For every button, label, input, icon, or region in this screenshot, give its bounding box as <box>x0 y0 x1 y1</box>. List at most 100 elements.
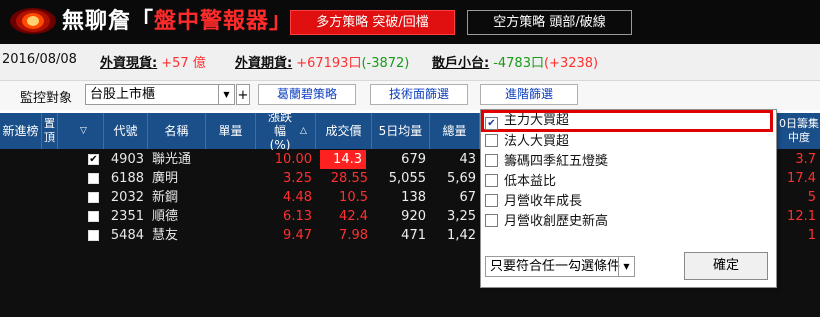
pin-checkbox[interactable]: ✔ <box>88 154 99 165</box>
avg5-volume: 5,055 <box>388 171 426 186</box>
confirm-button[interactable]: 確定 <box>684 252 768 280</box>
change-pct: 9.47 <box>283 228 312 243</box>
avg5-volume: 471 <box>401 228 426 243</box>
add-market-button[interactable]: + <box>236 84 250 105</box>
date-label: 2016/08/08 <box>2 52 77 67</box>
tab-granville-strategy[interactable]: 葛蘭碧策略 <box>258 84 356 105</box>
col-pin-sort[interactable]: ▽ <box>58 113 104 149</box>
alarm-light-icon <box>10 8 56 34</box>
avg5-volume: 138 <box>401 190 426 205</box>
stock-code: 5484 <box>110 228 144 243</box>
checkbox[interactable] <box>485 154 498 167</box>
col-new-entry[interactable]: 新進榜 <box>0 113 42 149</box>
option-label: 主力大買超 <box>504 113 570 128</box>
stock-name: 順德 <box>152 209 179 224</box>
app-title-prefix: 無聊詹「 <box>62 9 155 34</box>
pin-checkbox[interactable] <box>88 173 99 184</box>
col-pin[interactable]: 置頂 <box>42 113 58 149</box>
pin-checkbox[interactable] <box>88 211 99 222</box>
control-bar: 監控對象 台股上市櫃 ▼ + 葛蘭碧策略 技術面篩選 進階篩選 <box>0 81 820 110</box>
retail-label[interactable]: 散戶小台: <box>432 56 489 71</box>
option-chip-five-lights[interactable]: 籌碼四季紅五燈獎 <box>485 152 770 171</box>
tab-technical-screen[interactable]: 技術面篩選 <box>370 84 468 105</box>
app-title-suffix: 」 <box>269 9 293 34</box>
stock-code: 2032 <box>110 190 144 205</box>
checkbox[interactable] <box>485 214 498 227</box>
change-pct: 6.13 <box>283 209 312 224</box>
col-total[interactable]: 總量 <box>430 113 480 149</box>
checkbox[interactable] <box>485 194 498 207</box>
checkbox[interactable] <box>485 174 498 187</box>
col-price[interactable]: 成交價 <box>316 113 372 149</box>
checkbox[interactable] <box>485 134 498 147</box>
total-volume: 5,69 <box>447 171 476 186</box>
retail-info: 散戶小台: -4783口(+3238) <box>432 52 598 71</box>
stock-code: 2351 <box>110 209 144 224</box>
option-main-force-buy[interactable]: ✔ 主力大買超 <box>481 110 773 132</box>
market-select[interactable]: 台股上市櫃 ▼ <box>85 84 235 105</box>
retail-value: -4783口 <box>493 56 544 71</box>
col-code[interactable]: 代號 <box>104 113 148 149</box>
total-volume: 67 <box>459 190 476 205</box>
chevron-down-icon[interactable]: ▼ <box>218 85 234 104</box>
stock-code: 6188 <box>110 171 144 186</box>
col-unit-volume[interactable]: 單量 <box>206 113 256 149</box>
col-avg5[interactable]: 5日均量 <box>372 113 430 149</box>
chevron-down-icon[interactable]: ▼ <box>618 257 634 276</box>
sort-down-icon: ▽ <box>80 126 87 136</box>
option-label: 月營收創歷史新高 <box>504 214 609 229</box>
option-monthly-revenue-growth[interactable]: 月營收年成長 <box>485 192 770 211</box>
change-pct: 10.00 <box>274 152 312 167</box>
trade-price: 14.3 <box>320 150 366 169</box>
pin-checkbox[interactable] <box>88 230 99 241</box>
tab-advanced-screen[interactable]: 進階篩選 <box>480 84 578 105</box>
option-institutional-buy[interactable]: 法人大買超 <box>485 132 770 151</box>
avg5-volume: 920 <box>401 209 426 224</box>
market-select-value: 台股上市櫃 <box>90 87 156 102</box>
trade-price: 42.4 <box>339 209 368 224</box>
foreign-futures-label[interactable]: 外資期貨: <box>235 56 292 71</box>
total-volume: 1,42 <box>447 228 476 243</box>
foreign-futures-info: 外資期貨: +67193口(-3872) <box>235 52 409 71</box>
option-label: 法人大買超 <box>504 134 570 149</box>
advanced-screen-panel: ✔ 主力大買超 法人大買超 籌碼四季紅五燈獎 低本益比 月營收年成長 月營收創歷史… <box>480 109 777 288</box>
app-title-highlight: 盤中警報器 <box>154 9 270 34</box>
col-change-pct-label: 漲跌幅(%) <box>268 110 293 152</box>
match-mode-select[interactable]: 只要符合任一勾選條件 ▼ <box>485 256 635 277</box>
total-volume: 43 <box>459 152 476 167</box>
option-label: 低本益比 <box>504 174 557 189</box>
option-label: 籌碼四季紅五燈獎 <box>504 154 609 169</box>
match-mode-value: 只要符合任一勾選條件 <box>490 259 621 274</box>
concentration: 5 <box>807 190 816 205</box>
short-strategy-button[interactable]: 空方策略 頭部/破線 <box>467 10 632 35</box>
stock-name: 聯光通 <box>152 152 192 167</box>
change-pct: 3.25 <box>283 171 312 186</box>
checkbox-checked-icon[interactable]: ✔ <box>485 117 498 130</box>
foreign-futures-value: +67193口 <box>296 56 362 71</box>
stock-name: 新鋼 <box>152 190 179 205</box>
foreign-futures-change: (-3872) <box>361 56 410 71</box>
col-change-pct[interactable]: 漲跌幅(%) △ <box>256 110 316 152</box>
option-label: 月營收年成長 <box>504 194 583 209</box>
option-low-pe[interactable]: 低本益比 <box>485 172 770 191</box>
total-volume: 3,25 <box>447 209 476 224</box>
foreign-spot-info: 外資現貨: +57 億 <box>100 52 206 71</box>
concentration: 3.7 <box>795 152 816 167</box>
trade-price: 7.98 <box>339 228 368 243</box>
trade-price: 10.5 <box>339 190 368 205</box>
retail-change: (+3238) <box>543 56 599 71</box>
foreign-spot-value: +57 億 <box>161 56 206 71</box>
long-strategy-button[interactable]: 多方策略 突破/回檔 <box>290 10 455 35</box>
option-monthly-revenue-record[interactable]: 月營收創歷史新高 <box>485 212 770 231</box>
col-concentration[interactable]: 0日籌集中度 <box>778 113 820 149</box>
col-name[interactable]: 名稱 <box>148 113 206 149</box>
foreign-spot-label[interactable]: 外資現貨: <box>100 56 157 71</box>
pin-checkbox[interactable] <box>88 192 99 203</box>
concentration: 17.4 <box>787 171 816 186</box>
stock-code: 4903 <box>110 152 144 167</box>
title-bar: 無聊詹「盤中警報器」 多方策略 突破/回檔 空方策略 頭部/破線 <box>0 0 820 44</box>
sort-up-icon: △ <box>300 126 307 136</box>
concentration: 1 <box>807 228 816 243</box>
avg5-volume: 679 <box>401 152 426 167</box>
monitor-label: 監控對象 <box>20 91 73 106</box>
